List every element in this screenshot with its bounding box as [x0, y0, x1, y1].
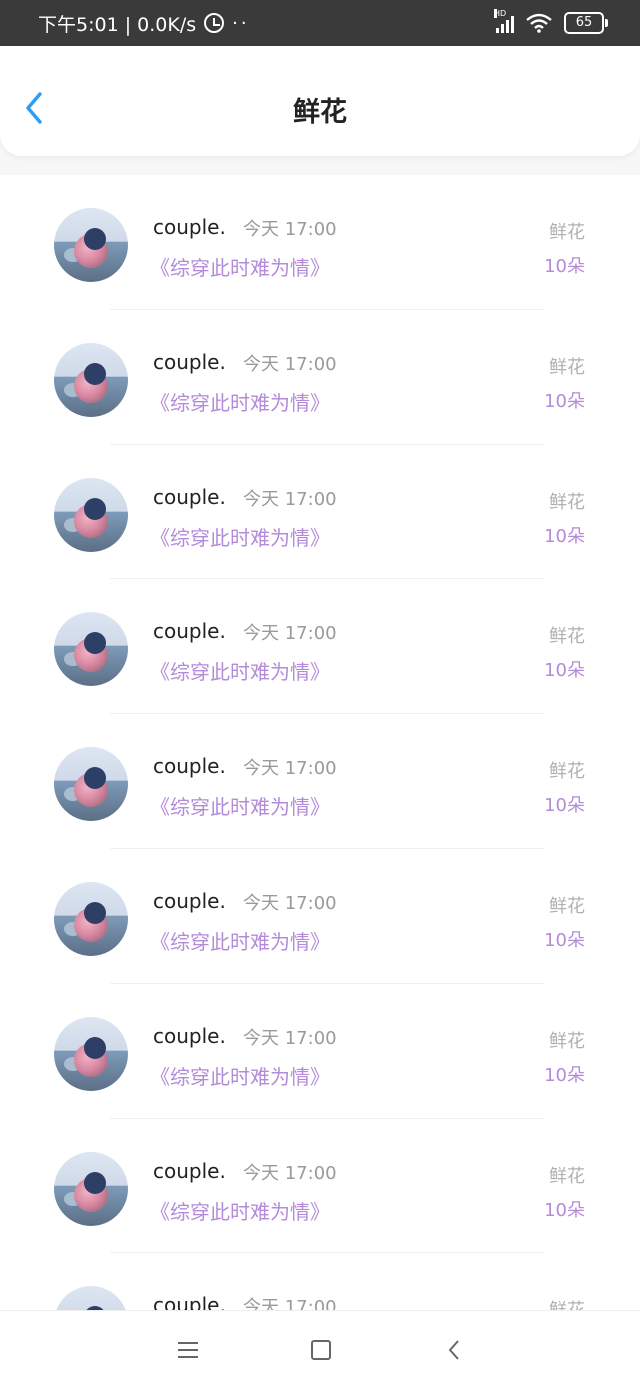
list-item[interactable]: couple. 今天 17:00 《综穿此时难为情》 鲜花 10朵 — [0, 175, 640, 310]
gift-type: 鲜花 — [549, 222, 585, 243]
book-title[interactable]: 《综穿此时难为情》 — [150, 1061, 330, 1090]
user-name: couple. — [153, 619, 226, 644]
gift-type: 鲜花 — [549, 761, 585, 783]
timestamp: 今天 17:00 — [243, 892, 337, 914]
user-name: couple. — [153, 1158, 226, 1183]
avatar[interactable] — [54, 612, 128, 687]
status-time: 下午5:01 | 0.0K/s — [38, 13, 197, 36]
user-name: couple. — [153, 1293, 226, 1310]
user-name: couple. — [153, 215, 226, 239]
list-item[interactable]: couple. 今天 17:00 《综穿此时难为情》 鲜花 10朵 — [0, 310, 640, 445]
timestamp: 今天 17:00 — [243, 219, 337, 240]
gift-count: 10朵 — [544, 1199, 585, 1221]
timestamp: 今天 17:00 — [243, 1162, 337, 1184]
timestamp: 今天 17:00 — [243, 353, 337, 375]
list-item[interactable]: couple. 今天 17:00 《综穿此时难为情》 鲜花 10朵 — [0, 1253, 640, 1310]
gift-type: 鲜花 — [549, 895, 585, 917]
list-item[interactable]: couple. 今天 17:00 《综穿此时难为情》 鲜花 10朵 — [0, 579, 640, 714]
wifi-icon — [526, 13, 552, 33]
list-item[interactable]: couple. 今天 17:00 《综穿此时难为情》 鲜花 10朵 — [0, 445, 640, 580]
list-item[interactable]: couple. 今天 17:00 《综穿此时难为情》 鲜花 10朵 — [0, 984, 640, 1119]
alarm-icon — [204, 13, 225, 33]
gift-type: 鲜花 — [549, 356, 585, 378]
header: 鲜花 — [0, 46, 640, 156]
user-name: couple. — [153, 888, 226, 913]
user-name: couple. — [153, 484, 226, 509]
menu-icon[interactable] — [178, 1342, 198, 1358]
gift-count: 10朵 — [544, 660, 585, 682]
book-title[interactable]: 《综穿此时难为情》 — [150, 791, 330, 820]
timestamp: 今天 17:00 — [243, 623, 337, 645]
timestamp: 今天 17:00 — [243, 1027, 337, 1049]
timestamp: 今天 17:00 — [243, 488, 337, 510]
gift-count: 10朵 — [544, 929, 585, 951]
status-bar-left: 下午5:01 | 0.0K/s ·· — [38, 10, 250, 37]
status-bar-right: HD 65 — [494, 9, 608, 34]
user-name: couple. — [153, 754, 226, 779]
notification-dots: ·· — [232, 12, 250, 34]
avatar[interactable] — [54, 342, 128, 417]
signal-icon: HD — [494, 9, 514, 33]
battery-icon: 65 — [564, 12, 608, 34]
back-triangle-icon[interactable] — [447, 1339, 461, 1361]
book-title[interactable]: 《综穿此时难为情》 — [150, 252, 330, 281]
book-title[interactable]: 《综穿此时难为情》 — [150, 926, 330, 955]
page-title: 鲜花 — [293, 97, 347, 128]
gift-count: 10朵 — [544, 390, 585, 412]
gift-count: 10朵 — [544, 256, 585, 277]
gift-type: 鲜花 — [549, 626, 585, 648]
avatar[interactable] — [54, 1286, 128, 1310]
book-title[interactable]: 《综穿此时难为情》 — [150, 522, 330, 551]
system-nav-bar — [0, 1310, 640, 1388]
gift-type: 鲜花 — [549, 491, 585, 513]
avatar[interactable] — [54, 208, 128, 282]
book-title[interactable]: 《综穿此时难为情》 — [150, 1196, 330, 1225]
gift-count: 10朵 — [544, 1064, 585, 1086]
timestamp: 今天 17:00 — [243, 1297, 337, 1310]
avatar[interactable] — [54, 477, 128, 552]
gift-type: 鲜花 — [549, 1165, 585, 1187]
gift-type: 鲜花 — [549, 1030, 585, 1052]
network-type: HD — [494, 9, 507, 18]
list-item[interactable]: couple. 今天 17:00 《综穿此时难为情》 鲜花 10朵 — [0, 1119, 640, 1254]
book-title[interactable]: 《综穿此时难为情》 — [150, 656, 330, 685]
gift-type: 鲜花 — [549, 1296, 585, 1310]
status-bar: 下午5:01 | 0.0K/s ·· HD 65 — [0, 0, 640, 46]
list-item[interactable]: couple. 今天 17:00 《综穿此时难为情》 鲜花 10朵 — [0, 849, 640, 984]
list-item[interactable]: couple. 今天 17:00 《综穿此时难为情》 鲜花 10朵 — [0, 714, 640, 849]
gift-record-list[interactable]: couple. 今天 17:00 《综穿此时难为情》 鲜花 10朵 couple… — [0, 175, 640, 1310]
avatar[interactable] — [54, 747, 128, 822]
avatar[interactable] — [54, 881, 128, 956]
avatar[interactable] — [54, 1151, 128, 1226]
book-title[interactable]: 《综穿此时难为情》 — [150, 387, 330, 416]
home-square-icon[interactable] — [311, 1340, 331, 1360]
timestamp: 今天 17:00 — [243, 758, 337, 780]
user-name: couple. — [153, 1023, 226, 1048]
avatar[interactable] — [54, 1016, 128, 1091]
gift-count: 10朵 — [544, 525, 585, 547]
gift-count: 10朵 — [544, 795, 585, 817]
user-name: couple. — [153, 349, 226, 374]
